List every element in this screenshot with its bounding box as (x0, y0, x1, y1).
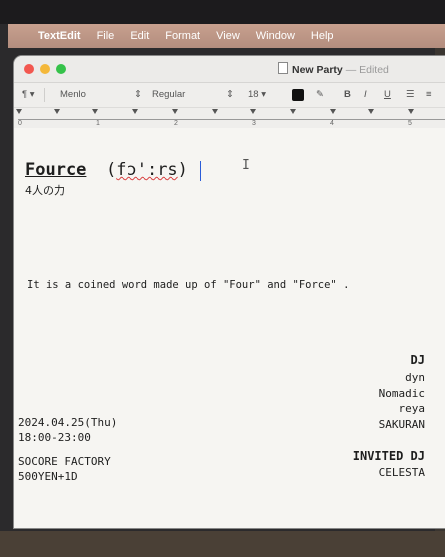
document-icon (278, 62, 288, 74)
invited-dj-name: CELESTA (378, 466, 425, 479)
menu-item-window[interactable]: Window (256, 30, 295, 42)
italic-button[interactable]: I (364, 89, 367, 100)
textedit-window: New Party — Edited ¶ ▾ Menlo ⇕ Regular ⇕… (14, 56, 445, 528)
document-name: New Party (292, 64, 343, 76)
invited-dj-list: CELESTA (379, 466, 425, 479)
tab-stop[interactable] (54, 109, 60, 114)
edited-status: — Edited (345, 64, 389, 76)
title-bar[interactable]: New Party — Edited (14, 56, 445, 83)
ruler-number: 2 (174, 120, 178, 127)
align-center-icon[interactable]: ≡ (426, 89, 432, 100)
menu-bar: TextEdit File Edit Format View Window He… (8, 24, 445, 48)
pronunciation: (fɔ':rs) (106, 160, 188, 180)
text-caret (200, 161, 201, 181)
document-body[interactable]: Fource (fɔ':rs) I 4人の力 It is a coined wo… (14, 128, 445, 528)
chevron-updown-icon[interactable]: ⇕ (226, 89, 234, 100)
event-date: 2024.04.25(Thu) (18, 416, 118, 429)
ruler-number: 3 (252, 120, 256, 127)
menu-item-edit[interactable]: Edit (130, 30, 149, 42)
ruler-number: 0 (18, 120, 22, 127)
ruler-number: 5 (408, 120, 412, 127)
tab-stop[interactable] (92, 109, 98, 114)
description: It is a coined word made up of "Four" an… (27, 279, 350, 291)
tab-stop[interactable] (212, 109, 218, 114)
subtitle: 4人の力 (25, 184, 65, 197)
font-style-select[interactable]: Regular (152, 89, 185, 100)
invited-dj-heading: INVITED DJ (352, 449, 425, 463)
ruler-number: 4 (330, 120, 334, 127)
photo-background-bottom (0, 531, 445, 557)
underline-button[interactable]: U (384, 89, 391, 100)
menu-item-view[interactable]: View (216, 30, 240, 42)
dj-heading: DJ (410, 353, 425, 367)
paren-close: ) (177, 160, 188, 180)
menu-item-textedit[interactable]: TextEdit (38, 30, 81, 42)
ibeam-cursor-icon: I (242, 158, 250, 173)
dj-list: dyn Nomadic reya SAKURAN (379, 370, 425, 432)
ruler-line (18, 119, 445, 120)
event-time: 18:00-23:00 (18, 430, 91, 444)
tab-stop[interactable] (408, 109, 414, 114)
tab-stop[interactable] (132, 109, 138, 114)
format-toolbar: ¶ ▾ Menlo ⇕ Regular ⇕ 18 ▾ ✎ B I U ☰ ≡ (14, 83, 445, 108)
chevron-updown-icon[interactable]: ⇕ (134, 89, 142, 100)
headword: Fource (25, 160, 87, 180)
dj-name: reya (398, 402, 426, 415)
ruler[interactable]: 0 1 2 3 4 5 (14, 108, 445, 129)
toolbar-divider (44, 88, 45, 102)
event-venue: SOCORE FACTORY (18, 455, 111, 468)
indent-marker[interactable] (16, 109, 22, 114)
window-title: New Party — Edited (278, 62, 389, 76)
highlight-pen-icon[interactable]: ✎ (316, 89, 324, 100)
tab-stop[interactable] (330, 109, 336, 114)
font-size-select[interactable]: 18 ▾ (248, 89, 266, 100)
text-color-swatch[interactable] (292, 89, 304, 101)
minimize-window-button[interactable] (40, 64, 50, 74)
pronunciation-word: fɔ':rs (116, 160, 178, 180)
event-info: 2024.04.25(Thu) 18:00-23:00 SOCORE FACTO… (18, 416, 117, 484)
dj-name: dyn (405, 371, 425, 384)
font-family-select[interactable]: Menlo (60, 89, 86, 100)
paragraph-style-menu[interactable]: ¶ ▾ (22, 89, 35, 100)
tab-stop[interactable] (250, 109, 256, 114)
menu-item-file[interactable]: File (97, 30, 115, 42)
menu-item-format[interactable]: Format (165, 30, 200, 42)
photo-background-top (0, 0, 445, 24)
dj-name: Nomadic (378, 386, 425, 400)
menu-item-help[interactable]: Help (311, 30, 334, 42)
event-price: 500YEN+1D (18, 469, 78, 483)
tab-stop[interactable] (290, 109, 296, 114)
dj-name: SAKURAN (378, 417, 425, 431)
tab-stop[interactable] (368, 109, 374, 114)
bold-button[interactable]: B (344, 89, 351, 100)
close-window-button[interactable] (24, 64, 34, 74)
tab-stop[interactable] (172, 109, 178, 114)
maximize-window-button[interactable] (56, 64, 66, 74)
ruler-number: 1 (96, 120, 100, 127)
align-left-icon[interactable]: ☰ (406, 89, 415, 100)
paren-open: ( (106, 160, 117, 180)
